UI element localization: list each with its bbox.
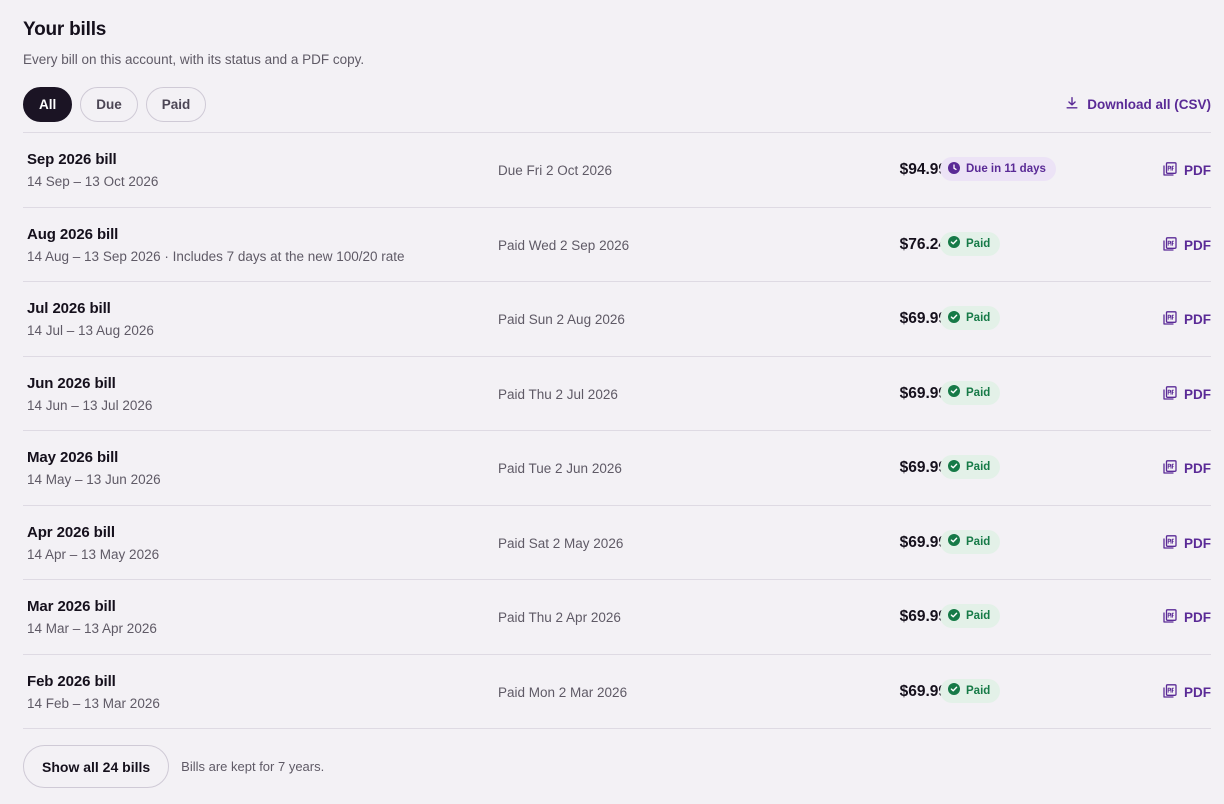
- bill-period: 14 Aug – 13 Sep 2026 · Includes 7 days a…: [27, 248, 405, 264]
- pdf-label: PDF: [1184, 684, 1211, 700]
- status-label: Paid: [966, 610, 991, 622]
- bills-footer: Show all 24 bills Bills are kept for 7 y…: [23, 745, 324, 788]
- filter-due[interactable]: Due: [80, 87, 138, 122]
- check-circle-icon: [948, 310, 960, 326]
- status-badge: Paid: [940, 380, 1001, 405]
- clock-icon: [948, 161, 960, 177]
- bills-list: Sep 2026 bill 14 Sep – 13 Oct 2026 Due F…: [23, 132, 1211, 729]
- bill-row: Aug 2026 bill 14 Aug – 13 Sep 2026 · Inc…: [23, 208, 1211, 282]
- retention-note: Bills are kept for 7 years.: [181, 759, 325, 774]
- pdf-download-button[interactable]: PDF: [1162, 385, 1211, 404]
- bill-name: Sep 2026 bill: [27, 151, 117, 168]
- bills-page: Your bills Every bill on this account, w…: [0, 0, 1224, 804]
- bill-row: Sep 2026 bill 14 Sep – 13 Oct 2026 Due F…: [23, 133, 1211, 208]
- status-label: Due in 11 days: [966, 163, 1046, 175]
- bill-date: Paid Mon 2 Mar 2026: [498, 684, 628, 700]
- bill-period: 14 Mar – 13 Apr 2026: [27, 621, 157, 636]
- status-badge: Paid: [940, 604, 1001, 628]
- status-label: Paid: [966, 386, 991, 399]
- page-title: Your bills: [23, 19, 107, 40]
- pdf-file-icon: [1162, 534, 1178, 553]
- bill-row: Jun 2026 bill 14 Jun – 13 Jul 2026 Paid …: [23, 357, 1211, 431]
- pdf-download-button[interactable]: PDF: [1162, 534, 1211, 553]
- status-label: Paid: [966, 237, 991, 250]
- bill-period: 14 Jul – 13 Aug 2026: [27, 323, 154, 338]
- download-all-button[interactable]: Download all (CSV): [1065, 96, 1211, 113]
- bill-date: Paid Sun 2 Aug 2026: [498, 312, 625, 327]
- pdf-label: PDF: [1184, 461, 1211, 476]
- pdf-file-icon: [1162, 459, 1178, 478]
- status-badge: Paid: [940, 455, 1001, 479]
- status-label: Paid: [966, 461, 991, 473]
- download-all-label: Download all (CSV): [1087, 97, 1211, 112]
- bill-row: Feb 2026 bill 14 Feb – 13 Mar 2026 Paid …: [23, 655, 1211, 729]
- pdf-download-button[interactable]: PDF: [1162, 310, 1211, 329]
- check-circle-icon: [948, 534, 960, 549]
- bill-name: Aug 2026 bill: [27, 225, 119, 243]
- filter-all[interactable]: All: [23, 87, 73, 122]
- bill-date: Paid Tue 2 Jun 2026: [498, 461, 622, 476]
- bill-name: Jun 2026 bill: [27, 374, 116, 392]
- bill-row: May 2026 bill 14 May – 13 Jun 2026 Paid …: [23, 431, 1211, 506]
- bill-period: 14 May – 13 Jun 2026: [27, 472, 161, 487]
- status-label: Paid: [966, 312, 991, 324]
- bill-date: Due Fri 2 Oct 2026: [498, 163, 613, 178]
- check-circle-icon: [948, 608, 960, 624]
- pdf-label: PDF: [1184, 535, 1211, 551]
- page-subtitle: Every bill on this account, with its sta…: [23, 52, 365, 67]
- bill-date: Paid Thu 2 Apr 2026: [498, 610, 621, 625]
- pdf-download-button[interactable]: PDF: [1162, 236, 1211, 255]
- bill-row: Apr 2026 bill 14 Apr – 13 May 2026 Paid …: [23, 506, 1211, 580]
- filter-paid[interactable]: Paid: [145, 87, 207, 122]
- check-circle-icon: [948, 683, 960, 698]
- bill-date: Paid Wed 2 Sep 2026: [498, 237, 630, 253]
- bill-period: 14 Jun – 13 Jul 2026: [27, 397, 153, 413]
- bill-date: Paid Sat 2 May 2026: [498, 535, 624, 551]
- bill-name: Jul 2026 bill: [27, 300, 111, 317]
- bill-date: Paid Thu 2 Jul 2026: [498, 386, 618, 402]
- status-label: Paid: [966, 535, 991, 548]
- pdf-label: PDF: [1184, 386, 1211, 402]
- pdf-download-button[interactable]: PDF: [1162, 683, 1211, 702]
- pdf-file-icon: [1162, 608, 1178, 627]
- bill-row: Jul 2026 bill 14 Jul – 13 Aug 2026 Paid …: [23, 282, 1211, 357]
- pdf-file-icon: [1162, 310, 1178, 329]
- status-badge: Paid: [940, 306, 1001, 330]
- pdf-label: PDF: [1184, 312, 1211, 327]
- bill-period: 14 Feb – 13 Mar 2026: [27, 695, 160, 711]
- pdf-download-button[interactable]: PDF: [1162, 608, 1211, 627]
- bill-row: Mar 2026 bill 14 Mar – 13 Apr 2026 Paid …: [23, 580, 1211, 655]
- bill-period: 14 Apr – 13 May 2026: [27, 546, 160, 562]
- pdf-file-icon: [1162, 236, 1178, 255]
- check-circle-icon: [948, 236, 960, 251]
- filter-chips: All Due Paid: [23, 87, 207, 122]
- pdf-label: PDF: [1184, 610, 1211, 625]
- status-badge: Due in 11 days: [940, 157, 1056, 181]
- bill-name: Feb 2026 bill: [27, 672, 116, 690]
- show-all-bills-button[interactable]: Show all 24 bills: [23, 745, 170, 788]
- bill-name: May 2026 bill: [27, 449, 119, 466]
- pdf-label: PDF: [1184, 163, 1211, 178]
- pdf-download-button[interactable]: PDF: [1162, 459, 1211, 478]
- bill-name: Mar 2026 bill: [27, 598, 116, 615]
- status-badge: Paid: [940, 678, 1001, 703]
- status-badge: Paid: [940, 529, 1001, 554]
- check-circle-icon: [948, 385, 960, 400]
- status-label: Paid: [966, 684, 991, 697]
- download-icon: [1065, 96, 1079, 113]
- status-badge: Paid: [940, 231, 1001, 256]
- check-circle-icon: [948, 459, 960, 475]
- pdf-label: PDF: [1184, 237, 1211, 253]
- pdf-file-icon: [1162, 161, 1178, 180]
- pdf-file-icon: [1162, 385, 1178, 404]
- bill-name: Apr 2026 bill: [27, 523, 115, 541]
- bill-period: 14 Sep – 13 Oct 2026: [27, 174, 159, 189]
- pdf-file-icon: [1162, 683, 1178, 702]
- pdf-download-button[interactable]: PDF: [1162, 161, 1211, 180]
